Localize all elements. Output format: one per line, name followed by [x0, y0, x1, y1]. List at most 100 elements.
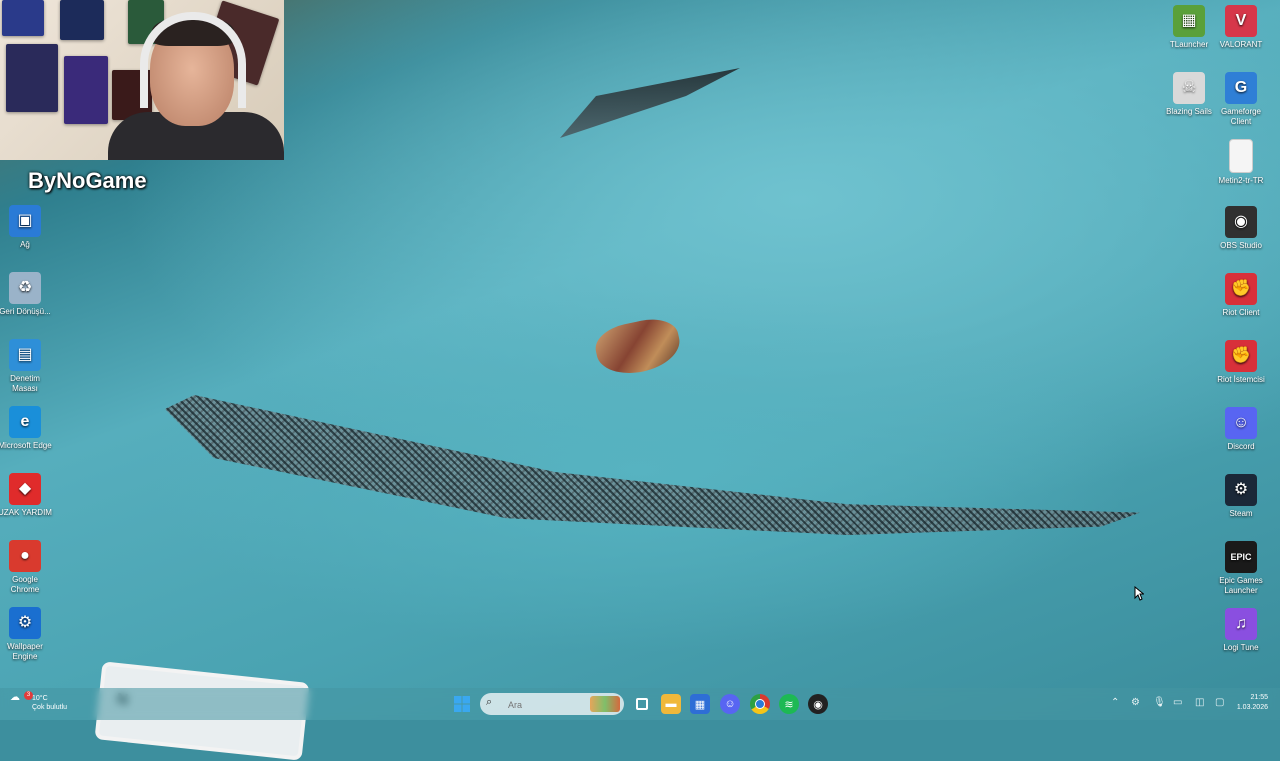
desktop-icon-epic-games-launcher[interactable]: EPIC Epic Games Launcher — [1213, 541, 1269, 596]
desktop-icon-label: Riot İstemcisi — [1217, 375, 1265, 384]
recycle-bin-icon: ♻ — [9, 272, 41, 304]
tray-display-icon[interactable]: ▢ — [1215, 697, 1224, 708]
weather-icon: ☁ — [10, 692, 20, 703]
tray-overflow-chevron-icon[interactable]: ⌃ — [1111, 697, 1119, 708]
wallpaper-hood-vent — [560, 68, 740, 138]
chrome-icon — [755, 699, 765, 709]
clock-time: 21:55 — [1250, 694, 1268, 701]
metin2-icon — [1229, 139, 1253, 173]
taskbar-clock[interactable]: 21:55 1.03.2026 — [1237, 693, 1268, 713]
file-explorer-button[interactable]: ▬ — [661, 694, 681, 714]
uzak-yardim-icon: ◆ — [9, 473, 41, 505]
desktop-icon-wallpaper-engine[interactable]: ⚙ Wallpaper Engine — [0, 607, 53, 662]
chrome-taskbar-button[interactable] — [750, 694, 770, 714]
riot-istemcisi-icon: ✊ — [1225, 340, 1257, 372]
valorant-icon: V — [1225, 5, 1257, 37]
desktop-icon-steam[interactable]: ⚙ Steam — [1213, 474, 1269, 519]
headset — [140, 12, 246, 108]
search-input[interactable] — [506, 696, 590, 714]
desktop-icon-recycle-bin[interactable]: ♻ Geri Dönüşü... — [0, 272, 53, 317]
microsoft-store-button[interactable]: ▦ — [690, 694, 710, 714]
taskbar-search[interactable]: ⌕ — [480, 693, 624, 715]
desktop-icon-label: Google Chrome — [10, 575, 40, 594]
desktop-icon-label: Riot Client — [1222, 308, 1260, 317]
weather-temp: 10°C — [32, 695, 48, 702]
search-highlight-image — [590, 696, 620, 712]
desktop-icon-obs-studio[interactable]: ◉ OBS Studio — [1213, 206, 1269, 251]
desktop-icon-label: Gameforge Client — [1220, 107, 1262, 126]
brand-overlay-text: ByNoGame — [28, 168, 147, 193]
discord-icon: ☺ — [724, 698, 736, 710]
poster-1 — [2, 0, 44, 36]
google-chrome-icon: ● — [9, 540, 41, 572]
desktop-icon-metin2[interactable]: Metin2-tr-TR — [1213, 139, 1269, 186]
weather-desc: Çok bulutlu — [32, 704, 68, 711]
desktop-icon-label: VALORANT — [1219, 40, 1263, 49]
desktop-icon-label: Microsoft Edge — [0, 441, 52, 450]
desktop-icon-uzak-yardim[interactable]: ◆ UZAK YARDIM — [0, 473, 53, 518]
desktop-icon-google-chrome[interactable]: ● Google Chrome — [0, 540, 53, 595]
desktop-icon-label: Blazing Sails — [1166, 107, 1212, 116]
desktop-icon-label: UZAK YARDIM — [0, 508, 52, 517]
blazing-sails-icon: ☠ — [1173, 72, 1205, 104]
tray-network-icon[interactable]: ▭ — [1173, 697, 1182, 708]
taskbar: ☁ 3 10°C Çok bulutlu ⌕ ▬ ▦ ☺ ≋ ◉ ⌃ ⚙ 🎙 — [0, 688, 1280, 720]
windows-icon — [454, 696, 470, 712]
desktop-icon-label: Ağ — [20, 240, 30, 249]
folder-icon: ▬ — [665, 698, 677, 710]
clock-date: 1.03.2026 — [1236, 704, 1268, 711]
weather-widget[interactable]: ☁ 3 10°C Çok bulutlu — [10, 691, 67, 711]
desktop-icon-label: OBS Studio — [1220, 241, 1262, 250]
tray-app-icon[interactable]: ⚙ — [1131, 697, 1140, 708]
discord-taskbar-button[interactable]: ☺ — [720, 694, 740, 714]
desktop-icon-microsoft-edge[interactable]: e Microsoft Edge — [0, 406, 53, 451]
start-button[interactable] — [452, 694, 472, 714]
desktop-icon-network[interactable]: ▣ Ağ — [0, 205, 53, 250]
discord-icon: ☺ — [1225, 407, 1257, 439]
riot-client-icon: ✊ — [1225, 273, 1257, 305]
tray-volume-icon[interactable]: ◫ — [1195, 697, 1204, 708]
gameforge-client-icon: G — [1225, 72, 1257, 104]
steam-icon: ⚙ — [1225, 474, 1257, 506]
obs-taskbar-button[interactable]: ◉ — [808, 694, 828, 714]
desktop-icon-label: Epic Games Launcher — [1219, 576, 1263, 595]
desktop-icon-valorant[interactable]: V VALORANT — [1213, 5, 1269, 50]
obs-studio-icon: ◉ — [1225, 206, 1257, 238]
desktop-icon-discord[interactable]: ☺ Discord — [1213, 407, 1269, 452]
poster-5 — [64, 56, 108, 124]
desktop-icon-label: Denetim Masası — [10, 374, 40, 393]
desktop-icon-control-panel[interactable]: ▤ Denetim Masası — [0, 339, 53, 394]
store-icon: ▦ — [694, 698, 706, 711]
webcam-overlay — [0, 0, 284, 160]
control-panel-icon: ▤ — [9, 339, 41, 371]
desktop-icon-tlauncher[interactable]: ▦ TLauncher — [1161, 5, 1217, 50]
logi-tune-icon: ♫ — [1225, 608, 1257, 640]
desktop-icon-label: Geri Dönüşü... — [0, 307, 51, 316]
epic-games-launcher-icon: EPIC — [1225, 541, 1257, 573]
desktop-icon-label: TLauncher — [1169, 40, 1209, 49]
wallpaper-car-grille — [165, 395, 1140, 535]
desktop-icon-label: Logi Tune — [1223, 643, 1259, 652]
spotify-taskbar-button[interactable]: ≋ — [779, 694, 799, 714]
tray-mic-icon[interactable]: 🎙 — [1153, 697, 1166, 708]
desktop-icon-label: Steam — [1229, 509, 1253, 518]
desktop-icon-logi-tune[interactable]: ♫ Logi Tune — [1213, 608, 1269, 653]
task-view-icon — [636, 698, 648, 710]
spotify-icon: ≋ — [784, 698, 794, 711]
wallpaper-engine-icon: ⚙ — [9, 607, 41, 639]
tlauncher-icon: ▦ — [1173, 5, 1205, 37]
desktop-icon-riot-client[interactable]: ✊ Riot Client — [1213, 273, 1269, 318]
poster-2 — [60, 0, 104, 40]
microsoft-edge-icon: e — [9, 406, 41, 438]
obs-icon: ◉ — [813, 698, 823, 711]
desktop-icon-riot-istemcisi[interactable]: ✊ Riot İstemcisi — [1213, 340, 1269, 385]
poster-4 — [6, 44, 58, 112]
desktop-icon-label: Metin2-tr-TR — [1218, 176, 1264, 185]
desktop-icon-blazing-sails[interactable]: ☠ Blazing Sails — [1161, 72, 1217, 117]
desktop-icon-label: Wallpaper Engine — [7, 642, 43, 661]
desktop-icon-label: Discord — [1227, 442, 1255, 451]
wallpaper-car-badge — [591, 313, 685, 381]
desktop-icon-gameforge-client[interactable]: G Gameforge Client — [1213, 72, 1269, 127]
search-icon: ⌕ — [486, 696, 493, 708]
task-view-button[interactable] — [632, 694, 652, 714]
